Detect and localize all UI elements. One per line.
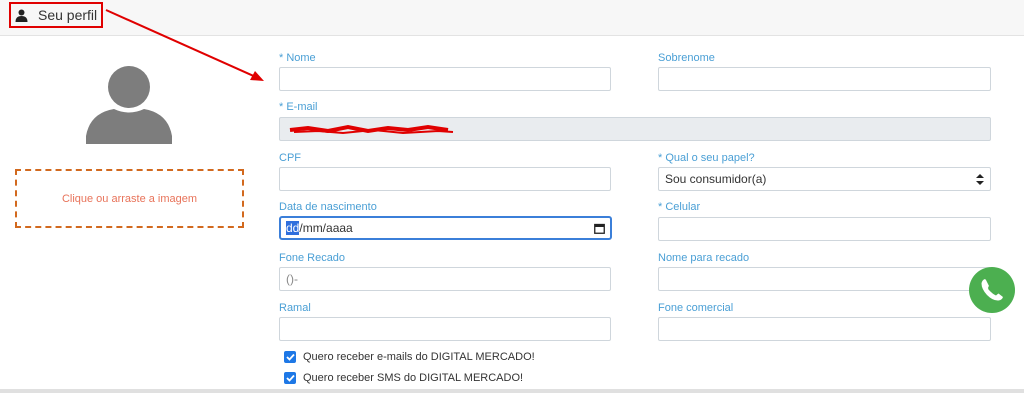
redaction-scribble xyxy=(289,124,454,135)
user-icon xyxy=(15,9,28,22)
sobrenome-label: Sobrenome xyxy=(658,52,715,64)
sobrenome-input[interactable] xyxy=(658,67,991,91)
cpf-label: CPF xyxy=(279,152,301,164)
cpf-input[interactable] xyxy=(279,167,611,191)
checkbox-sms-box[interactable] xyxy=(284,372,296,384)
email-optin-checkbox[interactable]: Quero receber e-mails do DIGITAL MERCADO… xyxy=(284,351,535,363)
avatar-placeholder-icon xyxy=(86,66,172,144)
email-input xyxy=(279,117,991,141)
nascimento-value: dd/mm/aaaa xyxy=(286,221,353,235)
fone-recado-label: Fone Recado xyxy=(279,252,346,264)
fone-comercial-input[interactable] xyxy=(658,317,991,341)
email-label: * E-mail xyxy=(279,101,318,113)
checkmark-icon xyxy=(285,353,295,361)
ramal-label: Ramal xyxy=(279,302,311,314)
image-dropzone[interactable]: Clique ou arraste a imagem xyxy=(15,169,244,228)
calendar-icon[interactable] xyxy=(594,223,605,234)
fone-recado-input[interactable]: ()- xyxy=(279,267,611,291)
profile-tab-label: Seu perfil xyxy=(38,7,98,23)
celular-label: * Celular xyxy=(658,201,701,213)
nascimento-input[interactable]: dd/mm/aaaa xyxy=(279,216,612,240)
profile-tab[interactable]: Seu perfil xyxy=(9,2,103,28)
whatsapp-icon[interactable] xyxy=(968,266,1016,314)
nascimento-rest-segment: /mm/aaaa xyxy=(299,221,353,235)
sms-optin-label: Quero receber SMS do DIGITAL MERCADO! xyxy=(303,372,524,384)
nome-label: * Nome xyxy=(279,52,316,64)
papel-select-value: Sou consumidor(a) xyxy=(665,172,767,186)
celular-input[interactable] xyxy=(658,217,991,241)
top-bar xyxy=(0,0,1024,36)
nascimento-label: Data de nascimento xyxy=(279,201,377,213)
checkbox-email-box[interactable] xyxy=(284,351,296,363)
bottom-scrollbar xyxy=(0,389,1024,393)
email-optin-label: Quero receber e-mails do DIGITAL MERCADO… xyxy=(303,351,535,363)
checkmark-icon xyxy=(285,374,295,382)
nascimento-day-segment: dd xyxy=(286,221,300,235)
sms-optin-checkbox[interactable]: Quero receber SMS do DIGITAL MERCADO! xyxy=(284,372,523,384)
dropzone-text: Clique ou arraste a imagem xyxy=(61,192,198,205)
nome-input[interactable] xyxy=(279,67,611,91)
fone-comercial-label: Fone comercial xyxy=(658,302,734,314)
select-arrows-icon xyxy=(976,173,984,185)
nome-recado-label: Nome para recado xyxy=(658,252,750,264)
papel-label: * Qual o seu papel? xyxy=(658,152,755,164)
nome-recado-input[interactable] xyxy=(658,267,991,291)
ramal-input[interactable] xyxy=(279,317,611,341)
papel-select[interactable]: Sou consumidor(a) xyxy=(658,167,991,191)
